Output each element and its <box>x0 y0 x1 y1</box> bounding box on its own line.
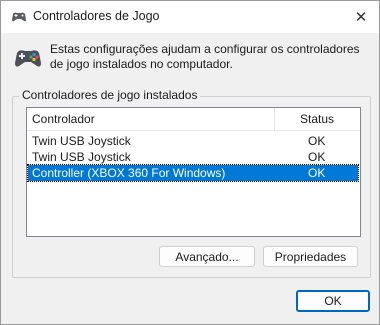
gamepad-icon <box>15 50 41 67</box>
controller-status: OK <box>308 134 326 148</box>
window-title: Controladores de Jogo <box>33 9 160 23</box>
title-bar[interactable]: Controladores de Jogo ✕ <box>1 1 379 33</box>
group-label: Controladores de jogo instalados <box>19 88 201 102</box>
list-item-selected[interactable]: Controller (XBOX 360 For Windows) OK <box>27 164 359 182</box>
game-controllers-dialog: Controladores de Jogo ✕ Estas configuraç… <box>0 0 380 325</box>
controller-status: OK <box>308 150 326 164</box>
controllers-list[interactable]: Controlador Status Twin USB Joystick OK … <box>26 107 361 237</box>
gamepad-icon <box>12 12 26 22</box>
controller-status: OK <box>308 166 326 180</box>
ok-button[interactable]: OK <box>296 290 370 312</box>
controller-name: Controller (XBOX 360 For Windows) <box>32 166 226 180</box>
advanced-button[interactable]: Avançado... <box>159 246 255 267</box>
list-item[interactable]: Twin USB Joystick OK <box>28 149 358 165</box>
description-text: Estas configurações ajudam a configurar … <box>50 42 360 71</box>
properties-button[interactable]: Propriedades <box>263 246 358 267</box>
list-header: Controlador Status <box>27 108 360 131</box>
close-icon: ✕ <box>354 9 368 26</box>
column-separator[interactable] <box>274 108 275 130</box>
column-header-controller[interactable]: Controlador <box>32 112 95 126</box>
controller-name: Twin USB Joystick <box>32 134 131 148</box>
list-item[interactable]: Twin USB Joystick OK <box>28 133 358 149</box>
column-header-status[interactable]: Status <box>300 112 334 126</box>
close-button[interactable]: ✕ <box>343 1 379 33</box>
controller-name: Twin USB Joystick <box>32 150 131 164</box>
